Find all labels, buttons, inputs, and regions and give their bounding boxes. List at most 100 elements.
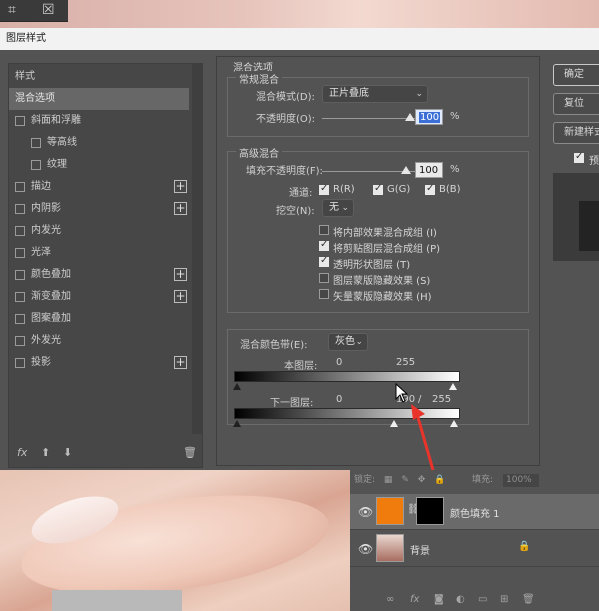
knockout-label: 挖空(N): <box>276 206 315 217</box>
lock-pixels-icon[interactable]: ▦ <box>384 475 393 485</box>
style-item-label: 投影 <box>31 357 51 368</box>
lock-label: 锁定: <box>354 475 376 485</box>
style-list: 样式 混合选项 斜面和浮雕 等高线 纹理 描边 + 内阴影 + 内发光 光泽 颜色叠加 + 渐变叠加 + 图… <box>8 63 203 468</box>
fx-icon[interactable]: fx <box>17 446 27 459</box>
new-layer-icon[interactable]: ⊞ <box>500 594 508 605</box>
general-blending-title: 常规混合 <box>236 71 282 86</box>
move-up-icon[interactable]: ⬆ <box>41 446 50 459</box>
add-effect-icon[interactable]: + <box>174 356 187 369</box>
style-item[interactable]: 渐变叠加 + <box>9 286 189 308</box>
layer-mask-thumbnail[interactable] <box>416 497 444 525</box>
advanced-option-checkbox[interactable] <box>319 239 329 251</box>
blend-if-select[interactable]: 灰色 ⌄ <box>328 333 368 351</box>
blend-mode-select[interactable]: 正片叠底 ⌄ <box>322 85 428 103</box>
fill-opacity-input[interactable]: 100 <box>415 162 443 178</box>
ok-button[interactable]: 确定 <box>553 64 599 86</box>
advanced-option-label: 将内部效果混合成组 (I) <box>333 228 437 239</box>
color-fill-thumbnail <box>376 497 404 525</box>
style-item[interactable]: 光泽 <box>9 242 189 264</box>
fill-label: 填充: <box>472 475 494 485</box>
this-layer-white-slider[interactable] <box>449 383 457 390</box>
preview-checkbox[interactable] <box>574 151 584 163</box>
underlying-min: 0 <box>336 394 343 405</box>
style-item-label: 图案叠加 <box>31 313 71 324</box>
canvas-photo-top <box>0 0 599 28</box>
style-item[interactable]: 混合选项 <box>9 88 189 110</box>
move-icon[interactable]: ✥ <box>418 475 426 485</box>
style-item-checkbox[interactable] <box>15 292 25 302</box>
reset-button[interactable]: 复位 <box>553 93 599 115</box>
eye-icon[interactable]: 👁 <box>358 542 373 556</box>
add-effect-icon[interactable]: + <box>174 202 187 215</box>
style-item-checkbox[interactable] <box>15 314 25 324</box>
frame-icon[interactable]: ☒ <box>42 2 55 18</box>
style-item-checkbox[interactable] <box>15 270 25 280</box>
style-item[interactable]: 斜面和浮雕 <box>9 110 189 132</box>
style-item-checkbox[interactable] <box>15 116 25 126</box>
add-effect-icon[interactable]: + <box>174 180 187 193</box>
general-blending-group: 常规混合 混合模式(D): 正片叠底 ⌄ 不透明度(O): 100 % <box>227 71 529 137</box>
style-item[interactable]: 外发光 <box>9 330 189 352</box>
underlying-white-split-right[interactable] <box>450 420 458 427</box>
lock-icon[interactable]: 🔒 <box>434 475 445 485</box>
channel-r-checkbox[interactable] <box>319 183 329 195</box>
fx-icon[interactable]: fx <box>410 594 419 605</box>
advanced-option-checkbox[interactable] <box>319 225 329 235</box>
new-style-button[interactable]: 新建样式... <box>553 122 599 144</box>
channel-b-checkbox[interactable] <box>425 183 435 195</box>
style-item-label: 内阴影 <box>31 203 61 214</box>
opacity-slider-thumb[interactable] <box>405 113 415 121</box>
opacity-slider-track[interactable] <box>322 118 416 119</box>
style-item[interactable]: 纹理 <box>9 154 189 176</box>
adjustment-layer-icon[interactable]: ◐ <box>456 594 465 605</box>
layer-row-background[interactable]: 👁 背景 🔒 <box>350 531 599 567</box>
brush-icon[interactable]: ✎ <box>401 475 409 485</box>
style-item[interactable]: 内阴影 + <box>9 198 189 220</box>
style-item[interactable]: 内发光 <box>9 220 189 242</box>
style-item-label: 斜面和浮雕 <box>31 115 81 126</box>
this-layer-black-slider[interactable] <box>233 383 241 390</box>
eye-icon[interactable]: 👁 <box>358 505 373 519</box>
style-preview-swatch <box>553 173 599 261</box>
style-item-checkbox[interactable] <box>15 182 25 192</box>
style-item-checkbox[interactable] <box>15 248 25 258</box>
style-item[interactable]: 描边 + <box>9 176 189 198</box>
trash-icon[interactable]: 🗑 <box>183 446 197 459</box>
add-mask-icon[interactable]: ◙ <box>434 594 444 605</box>
advanced-option-checkbox[interactable] <box>319 289 329 299</box>
style-item[interactable]: 图案叠加 <box>9 308 189 330</box>
opacity-input[interactable]: 100 <box>415 109 443 125</box>
underlying-black-slider[interactable] <box>233 420 241 427</box>
chevron-down-icon: ⌄ <box>341 203 349 213</box>
style-item-checkbox[interactable] <box>31 160 41 170</box>
red-annotation-arrow <box>411 404 435 471</box>
style-item[interactable]: 等高线 <box>9 132 189 154</box>
this-layer-label: 本图层: <box>284 361 318 372</box>
style-item-checkbox[interactable] <box>15 226 25 236</box>
style-item[interactable]: 颜色叠加 + <box>9 264 189 286</box>
knockout-select[interactable]: 无 ⌄ <box>322 199 354 217</box>
advanced-option-checkbox[interactable] <box>319 273 329 283</box>
style-item-checkbox[interactable] <box>15 336 25 346</box>
add-effect-icon[interactable]: + <box>174 290 187 303</box>
move-down-icon[interactable]: ⬇ <box>63 446 72 459</box>
style-item-checkbox[interactable] <box>15 204 25 214</box>
layer-name: 颜色填充 1 <box>450 509 500 520</box>
advanced-option-checkbox[interactable] <box>319 255 329 267</box>
fill-opacity-slider-thumb[interactable] <box>401 166 411 174</box>
style-item-checkbox[interactable] <box>31 138 41 148</box>
group-folder-icon[interactable]: ▭ <box>478 594 487 605</box>
blend-if-label: 混合颜色带(E): <box>240 340 308 351</box>
crop-icon[interactable]: ⌗ <box>8 2 16 18</box>
style-list-scrollbar[interactable] <box>192 64 202 434</box>
style-item[interactable]: 投影 + <box>9 352 189 374</box>
underlying-white-split-left[interactable] <box>390 420 398 427</box>
trash-icon[interactable]: 🗑 <box>522 594 535 605</box>
channel-g-checkbox[interactable] <box>373 183 383 195</box>
link-layers-icon[interactable]: ∞ <box>386 594 394 605</box>
add-effect-icon[interactable]: + <box>174 268 187 281</box>
fill-input[interactable]: 100% <box>503 474 539 487</box>
layer-row-color-fill[interactable]: 👁 ⛓ 颜色填充 1 <box>350 494 599 530</box>
style-item-checkbox[interactable] <box>15 358 25 368</box>
fill-opacity-percent: % <box>450 164 460 175</box>
